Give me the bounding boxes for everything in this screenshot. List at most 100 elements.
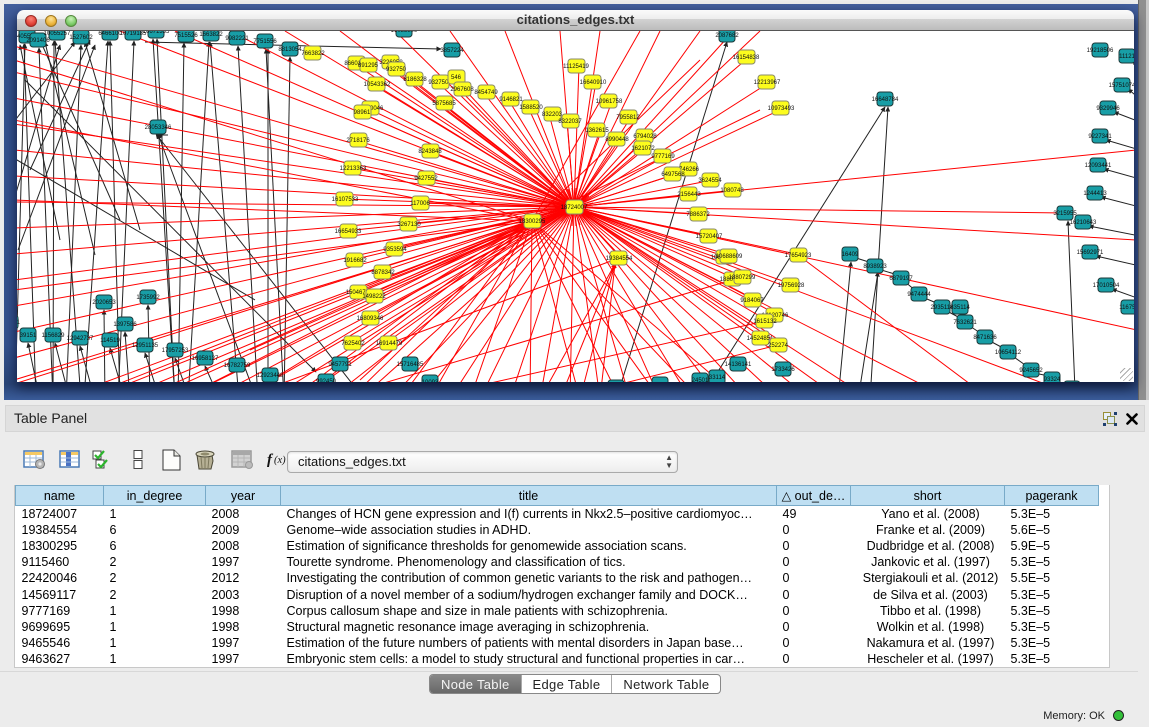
svg-text:16914479: 16914479: [376, 341, 403, 347]
svg-text:9245652: 9245652: [1019, 368, 1043, 374]
svg-text:17010504: 17010504: [1093, 283, 1120, 289]
svg-text:8813054: 8813054: [278, 47, 302, 53]
svg-text:12213967: 12213967: [754, 80, 781, 86]
svg-text:16154838: 16154838: [733, 55, 760, 61]
svg-text:10688609: 10688609: [716, 254, 743, 260]
svg-text:8990448: 8990448: [605, 137, 629, 143]
svg-text:12942737: 12942737: [67, 336, 94, 342]
svg-text:8878342: 8878342: [371, 270, 395, 276]
svg-text:93324: 93324: [1044, 377, 1061, 382]
svg-text:39151: 39151: [20, 333, 37, 339]
svg-text:18724007: 18724007: [561, 205, 588, 211]
svg-text:19756928: 19756928: [778, 283, 805, 289]
svg-text:17654923: 17654923: [785, 253, 812, 259]
svg-text:16809346: 16809346: [357, 316, 384, 322]
svg-text:15751074: 15751074: [1109, 83, 1134, 89]
svg-text:f: f: [267, 452, 274, 468]
svg-text:835061: 835061: [17, 320, 21, 326]
svg-text:11121: 11121: [1119, 54, 1134, 60]
svg-text:1735992: 1735992: [136, 295, 160, 301]
svg-text:1621072: 1621072: [631, 146, 655, 152]
svg-text:16782759: 16782759: [224, 363, 251, 369]
svg-text:2020653: 2020653: [92, 300, 116, 306]
svg-text:116753: 116753: [1119, 305, 1134, 311]
svg-text:15716485: 15716485: [397, 362, 424, 368]
svg-text:7515526: 7515526: [174, 33, 198, 39]
svg-text:1916682: 1916682: [343, 258, 367, 264]
svg-text:2718176: 2718176: [346, 138, 370, 144]
svg-text:9777169: 9777169: [651, 154, 675, 160]
svg-text:10654112: 10654112: [995, 350, 1022, 356]
svg-text:9457791: 9457791: [328, 362, 352, 368]
svg-text:16033809: 16033809: [391, 31, 418, 34]
svg-text:1588520: 1588520: [519, 105, 543, 111]
svg-text:9146821: 9146821: [499, 97, 523, 103]
svg-text:9982221: 9982221: [225, 36, 249, 42]
svg-text:1527602: 1527602: [69, 35, 93, 41]
svg-text:1397586: 1397586: [113, 322, 137, 328]
svg-text:28053346: 28053346: [145, 125, 172, 131]
svg-text:16654933: 16654933: [335, 229, 362, 235]
svg-text:12213363: 12213363: [340, 166, 367, 172]
svg-text:16409: 16409: [842, 252, 859, 258]
svg-text:117006: 117006: [410, 201, 430, 207]
svg-text:1733426: 1733426: [771, 367, 795, 373]
svg-text:8454749: 8454749: [474, 90, 498, 96]
svg-text:7663822: 7663822: [301, 51, 325, 57]
svg-text:10093: 10093: [422, 380, 439, 382]
svg-text:(x): (x): [274, 455, 286, 466]
svg-text:7632621: 7632621: [953, 320, 977, 326]
svg-text:6879197: 6879197: [889, 276, 913, 282]
svg-text:16107533: 16107533: [332, 197, 359, 203]
svg-text:9329946: 9329946: [1096, 106, 1120, 112]
svg-text:12923448: 12923448: [257, 373, 284, 379]
svg-text:33114: 33114: [709, 375, 726, 381]
svg-text:15692971: 15692971: [1077, 250, 1104, 256]
svg-text:1362615: 1362615: [585, 128, 609, 134]
svg-text:5875685: 5875685: [432, 101, 456, 107]
svg-text:17957253: 17957253: [162, 348, 189, 354]
svg-text:891295: 891295: [358, 63, 379, 69]
svg-text:11125419: 11125419: [563, 64, 589, 70]
svg-text:15720407: 15720407: [696, 234, 723, 240]
svg-text:18807299: 18807299: [729, 275, 756, 281]
svg-text:2156443: 2156443: [677, 192, 701, 198]
svg-text:6497568: 6497568: [661, 172, 685, 178]
svg-text:1244413: 1244413: [1083, 191, 1107, 197]
svg-text:2967608: 2967608: [450, 87, 474, 93]
svg-text:3267130: 3267130: [397, 222, 421, 228]
svg-text:16210643: 16210643: [1070, 220, 1097, 226]
svg-text:16640910: 16640910: [580, 80, 607, 86]
svg-text:9184067: 9184067: [740, 298, 764, 304]
svg-text:7886372: 7886372: [686, 212, 710, 218]
svg-text:1663822: 1663822: [199, 32, 223, 38]
svg-text:1156829: 1156829: [42, 333, 66, 339]
svg-text:98961: 98961: [354, 110, 371, 116]
svg-text:24501: 24501: [692, 378, 709, 382]
svg-text:3624554: 3624554: [698, 178, 722, 184]
svg-text:8938923: 8938923: [863, 264, 887, 270]
svg-text:18300295: 18300295: [519, 219, 546, 225]
svg-text:10961758: 10961758: [596, 99, 623, 105]
svg-text:9227341: 9227341: [1088, 134, 1112, 140]
svg-text:19218506: 19218506: [1087, 48, 1114, 54]
svg-text:992450: 992450: [316, 379, 337, 382]
svg-text:10055257: 10055257: [44, 31, 71, 37]
svg-text:8471636: 8471636: [973, 335, 997, 341]
svg-text:16958127: 16958127: [192, 356, 219, 362]
svg-text:1080748: 1080748: [720, 188, 744, 194]
svg-text:835114: 835114: [950, 305, 970, 311]
svg-text:1615132: 1615132: [753, 319, 777, 325]
svg-text:16671355: 16671355: [143, 31, 170, 35]
svg-text:10543362: 10543362: [364, 82, 391, 88]
svg-text:932750: 932750: [386, 67, 407, 73]
svg-text:7751556: 7751556: [253, 39, 277, 45]
svg-text:114519: 114519: [100, 338, 120, 344]
svg-text:19384554: 19384554: [606, 256, 633, 262]
svg-text:8243848: 8243848: [418, 149, 442, 155]
svg-text:2087682: 2087682: [715, 33, 739, 39]
svg-text:3857224: 3857224: [440, 48, 464, 54]
svg-text:12093441: 12093441: [1085, 163, 1112, 169]
svg-text:3215955: 3215955: [1053, 211, 1077, 217]
svg-text:7955812: 7955812: [616, 115, 640, 121]
